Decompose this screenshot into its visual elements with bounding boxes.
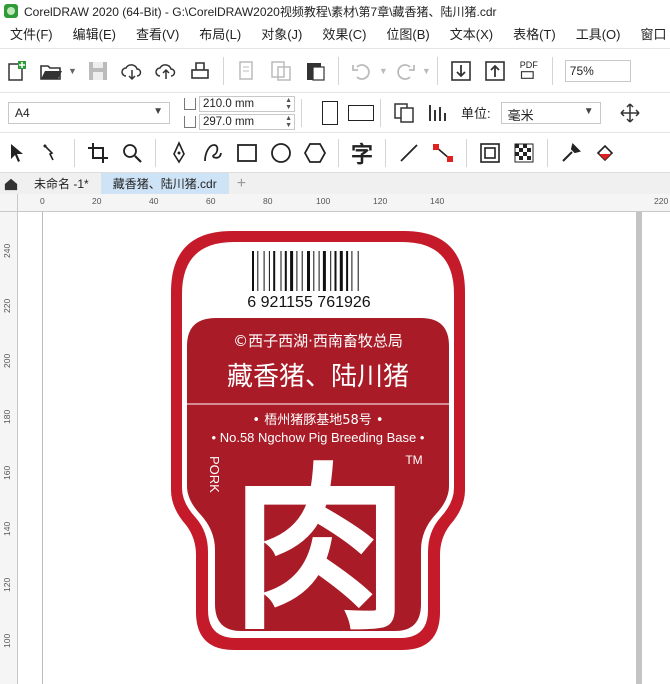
barcode-number: 6 921155 761926 — [247, 294, 370, 311]
barcode-bar — [307, 251, 310, 291]
barcode-bar — [296, 251, 298, 291]
barcode-bar — [357, 251, 359, 291]
barcode-bar — [313, 251, 315, 291]
barcode-bar — [268, 251, 270, 291]
barcode-bar — [280, 251, 282, 291]
pork-label-artwork[interactable]: 6 921155 761926 ©西子西湖·西南畜牧总局 藏香猪、陆川猪 • 梧… — [0, 0, 670, 684]
barcode-bar — [330, 251, 332, 291]
barcode-bar — [301, 251, 303, 291]
base-chinese: • 梧州猪豚基地58号 • — [252, 413, 383, 428]
barcode-bar — [339, 251, 343, 291]
barcode-bar — [351, 251, 353, 291]
big-meat-character: 肉 — [231, 447, 409, 654]
barcode-bar — [334, 251, 337, 291]
barcode-bar — [318, 251, 320, 291]
barcode-bar — [257, 251, 259, 291]
barcode-bar — [346, 251, 349, 291]
barcode-bar — [290, 251, 294, 291]
barcode-bar — [322, 251, 326, 291]
barcode-bar — [273, 251, 276, 291]
pork-label: PORK — [207, 456, 222, 493]
barcode-bar — [284, 251, 287, 291]
company-name: ©西子西湖·西南畜牧总局 — [233, 332, 403, 350]
barcode-bar — [252, 251, 254, 291]
product-name: 藏香猪、陆川猪 — [227, 362, 409, 392]
barcode-bar — [263, 251, 265, 291]
base-english: • No.58 Ngchow Pig Breeding Base • — [212, 430, 425, 445]
